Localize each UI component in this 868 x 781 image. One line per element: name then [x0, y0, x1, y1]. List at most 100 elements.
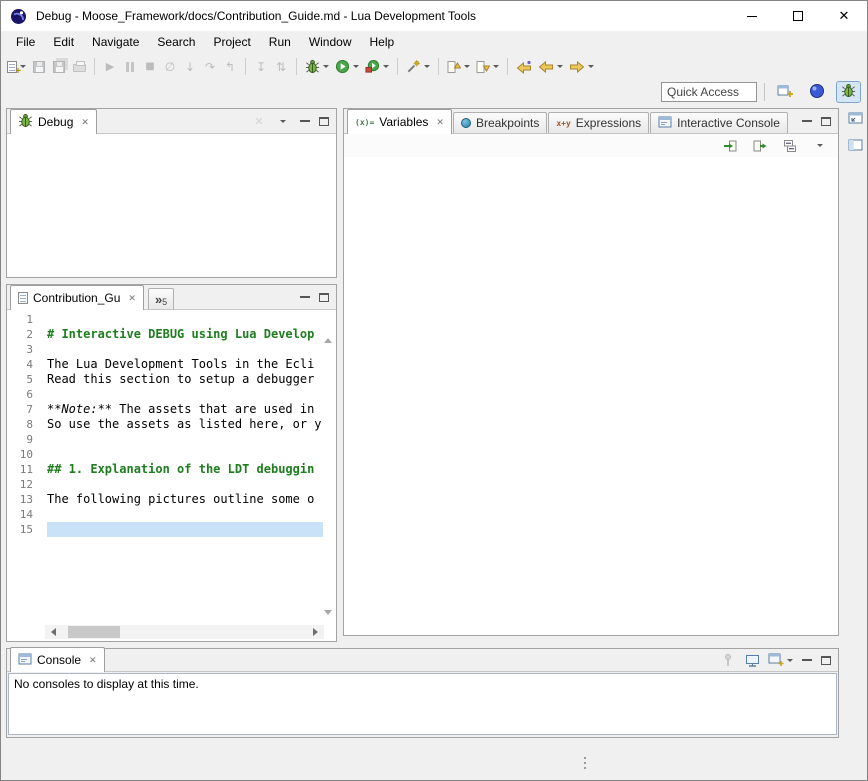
close-tab-icon[interactable]	[89, 655, 97, 666]
window-controls	[729, 1, 867, 31]
lua-perspective-button[interactable]	[804, 81, 829, 103]
run-button[interactable]	[332, 56, 362, 78]
maximize-view-icon[interactable]	[319, 117, 329, 126]
minimize-view-icon[interactable]	[802, 659, 812, 661]
minimize-view-icon[interactable]	[802, 120, 812, 122]
variables-view-window-actions	[802, 117, 838, 126]
separator	[764, 83, 765, 101]
tab-breakpoints[interactable]: Breakpoints	[453, 112, 547, 133]
editor-line[interactable]: 3	[7, 342, 323, 357]
scroll-left-icon[interactable]	[51, 628, 56, 636]
tab-variables[interactable]: (x)= Variables	[347, 109, 452, 134]
quick-access-input[interactable]	[661, 82, 757, 102]
scroll-right-icon[interactable]	[313, 628, 318, 636]
editor-line[interactable]: 2# Interactive DEBUG using Lua Develop	[7, 327, 323, 342]
hidden-tab-count: 5	[162, 297, 167, 307]
editor-line[interactable]: 7**Note:** The assets that are used in	[7, 402, 323, 417]
show-type-names-button[interactable]	[750, 135, 770, 157]
hidden-editors-chevron[interactable]: » 5	[148, 288, 174, 309]
editor-line[interactable]: 12	[7, 477, 323, 492]
menu-file[interactable]: File	[7, 32, 44, 52]
tab-label: Expressions	[576, 116, 641, 130]
view-menu-button[interactable]	[810, 135, 830, 157]
editor-line[interactable]: 8So use the assets as listed here, or y	[7, 417, 323, 432]
menu-run[interactable]: Run	[260, 32, 300, 52]
close-button[interactable]	[821, 1, 867, 31]
scroll-down-icon[interactable]	[324, 610, 332, 615]
previous-annotation-button[interactable]	[444, 56, 473, 78]
splitter-grip[interactable]	[584, 757, 586, 759]
debug-perspective-button[interactable]	[836, 81, 861, 103]
minimize-view-icon[interactable]	[300, 296, 310, 298]
line-number: 14	[7, 507, 35, 522]
horizontal-scrollbar[interactable]	[45, 625, 324, 639]
console-output-area[interactable]: No consoles to display at this time.	[8, 673, 837, 735]
menu-window[interactable]: Window	[300, 32, 361, 52]
tab-debug[interactable]: Debug	[10, 109, 97, 134]
dropdown-arrow-icon[interactable]	[588, 65, 594, 68]
scroll-up-icon[interactable]	[324, 338, 332, 343]
close-tab-icon[interactable]	[436, 117, 444, 128]
editor-line[interactable]: 13The following pictures outline some o	[7, 492, 323, 507]
interactive-console-icon	[658, 116, 672, 131]
editor-line[interactable]: 9	[7, 432, 323, 447]
dropdown-arrow-icon[interactable]	[787, 659, 793, 662]
next-annotation-button[interactable]	[473, 56, 502, 78]
maximize-button[interactable]	[775, 1, 821, 31]
tab-contribution-guide[interactable]: Contribution_Gu	[10, 285, 144, 310]
display-selected-console-button[interactable]	[744, 649, 760, 671]
forward-button[interactable]	[566, 56, 597, 78]
dropdown-arrow-icon[interactable]	[464, 65, 470, 68]
editor-content[interactable]: 12# Interactive DEBUG using Lua Develop3…	[7, 309, 336, 641]
restore-view-stack-icon[interactable]	[848, 112, 864, 128]
minimized-view-icon[interactable]	[848, 139, 864, 155]
editor-line[interactable]: 15	[7, 522, 323, 537]
collapse-all-button[interactable]	[780, 135, 800, 157]
line-text: # Interactive DEBUG using Lua Develop	[35, 327, 314, 342]
run-external-tools-button[interactable]	[362, 56, 392, 78]
editor-line[interactable]: 14	[7, 507, 323, 522]
view-menu-button[interactable]	[275, 110, 291, 132]
new-button[interactable]	[4, 56, 29, 78]
tab-interactive-console[interactable]: Interactive Console	[650, 112, 788, 133]
floppy-all-icon	[53, 61, 65, 73]
menu-project[interactable]: Project	[204, 32, 259, 52]
remove-all-terminated-button: ✕	[251, 110, 267, 132]
close-tab-icon[interactable]	[128, 293, 136, 304]
maximize-view-icon[interactable]	[821, 117, 831, 126]
open-perspective-button[interactable]	[772, 81, 797, 103]
minimize-view-icon[interactable]	[300, 120, 310, 122]
dropdown-arrow-icon[interactable]	[323, 65, 329, 68]
editor-line[interactable]: 6	[7, 387, 323, 402]
show-logical-structures-button[interactable]	[720, 135, 740, 157]
debug-view-icon	[18, 113, 33, 131]
dropdown-arrow-icon[interactable]	[424, 65, 430, 68]
editor-line[interactable]: 4The Lua Development Tools in the Ecli	[7, 357, 323, 372]
last-edit-location-button[interactable]	[513, 56, 535, 78]
open-console-button[interactable]	[768, 649, 793, 671]
dropdown-arrow-icon[interactable]	[383, 65, 389, 68]
dropdown-arrow-icon[interactable]	[557, 65, 563, 68]
scrollbar-thumb[interactable]	[68, 626, 120, 638]
tab-console[interactable]: Console	[10, 647, 105, 672]
close-tab-icon[interactable]	[81, 117, 89, 128]
maximize-view-icon[interactable]	[319, 293, 329, 302]
minimize-button[interactable]	[729, 1, 775, 31]
editor-line[interactable]: 5Read this section to setup a debugger	[7, 372, 323, 387]
tab-expressions[interactable]: x+y Expressions	[548, 112, 649, 133]
editor-line[interactable]: 10	[7, 447, 323, 462]
back-button[interactable]	[535, 56, 566, 78]
editor-line[interactable]: 11## 1. Explanation of the LDT debuggin	[7, 462, 323, 477]
menu-edit[interactable]: Edit	[44, 32, 83, 52]
debug-tab-row: Debug ✕	[7, 109, 336, 133]
scrollbar-track[interactable]	[62, 625, 307, 639]
editor-line[interactable]: 1	[7, 312, 323, 327]
dropdown-arrow-icon[interactable]	[353, 65, 359, 68]
maximize-view-icon[interactable]	[821, 656, 831, 665]
menu-search[interactable]: Search	[148, 32, 204, 52]
menu-help[interactable]: Help	[361, 32, 404, 52]
menu-navigate[interactable]: Navigate	[83, 32, 148, 52]
dropdown-arrow-icon[interactable]	[493, 65, 499, 68]
debug-button[interactable]	[302, 56, 332, 78]
open-search-button[interactable]	[403, 56, 433, 78]
